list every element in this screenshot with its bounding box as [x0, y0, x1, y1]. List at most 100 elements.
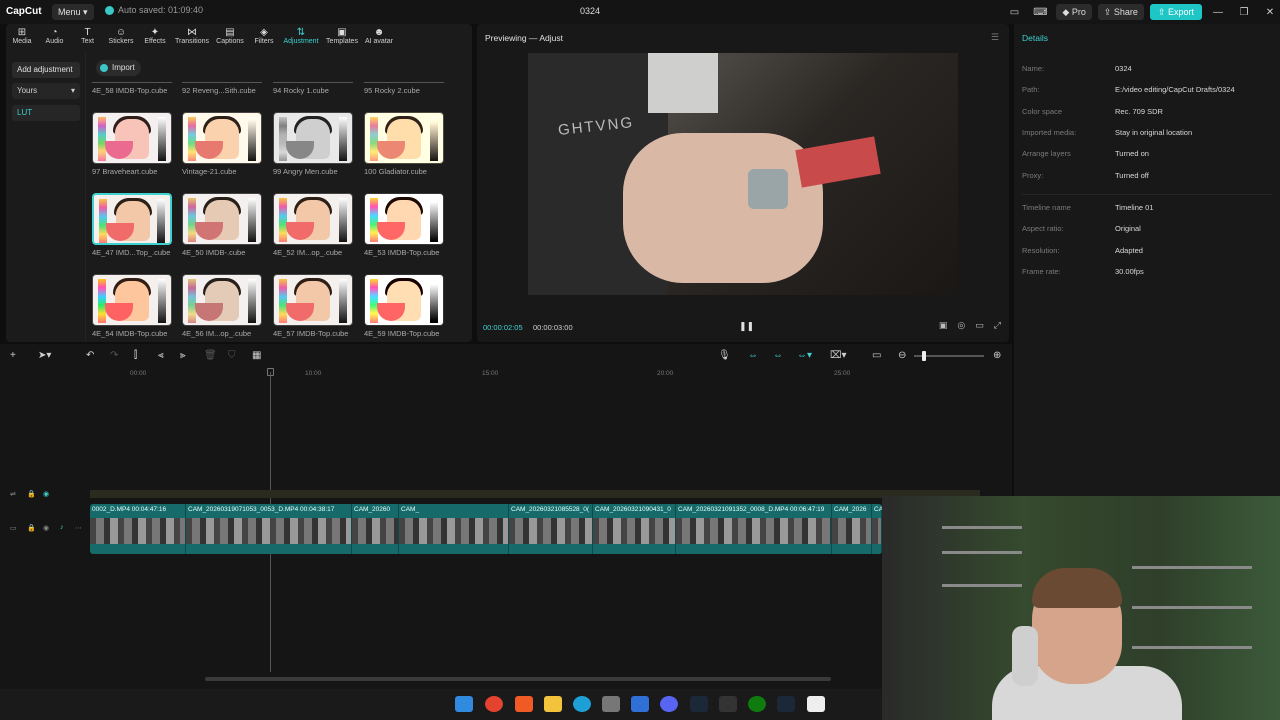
tab-filters[interactable]: ◈ Filters	[248, 24, 280, 52]
add-adjustment-button[interactable]: Add adjustment	[12, 62, 80, 78]
lut-item[interactable]: 95 Rocky 2.cube	[364, 82, 446, 95]
trim-left-icon[interactable]: ⫷	[158, 350, 164, 361]
adjustment-track[interactable]	[90, 490, 980, 498]
redo-icon[interactable]: ↷	[110, 350, 118, 361]
lut-item[interactable]: 94 Rocky 1.cube	[273, 82, 355, 95]
quality-icon[interactable]: ▭	[975, 320, 984, 331]
video-clip[interactable]: CAM_20260321085528_0(	[509, 504, 593, 554]
preview-menu-icon[interactable]: ☰	[991, 32, 999, 43]
epic-games-icon[interactable]	[719, 696, 737, 712]
tab-text[interactable]: T Text	[71, 24, 104, 52]
link-icon[interactable]: ⇔	[748, 350, 758, 361]
export-button[interactable]: ⇧ Export	[1149, 4, 1202, 20]
tab-stickers[interactable]: ☺ Stickers	[104, 24, 138, 52]
yours-dropdown[interactable]: Yours ▾	[12, 83, 80, 99]
close-icon[interactable]: ✕	[1260, 7, 1280, 18]
preview-axis-icon[interactable]: ⌧▾	[830, 350, 847, 361]
lock-icon[interactable]: 🔒	[27, 524, 36, 532]
restore-icon[interactable]: ❐	[1234, 7, 1254, 18]
lut-item[interactable]: 4E_56 IM...op_.cube	[182, 274, 264, 338]
cover-icon[interactable]: ▭	[10, 524, 17, 532]
discord-icon[interactable]	[660, 696, 678, 712]
pro-button[interactable]: ◆ Pro	[1056, 4, 1092, 20]
eye-icon[interactable]: ◉	[43, 490, 49, 498]
shortcut-icon[interactable]: ⌨	[1030, 7, 1050, 18]
main-video-track[interactable]: 0002_D.MP4 00:04:47:16 CAM_20260319071053…	[90, 504, 882, 554]
snapshot-icon[interactable]: ◎	[957, 320, 965, 331]
chrome-icon[interactable]	[485, 696, 503, 712]
split-icon[interactable]: ⫿	[134, 350, 137, 361]
eye-icon[interactable]: ◉	[43, 524, 49, 532]
video-clip[interactable]: 0002_D.MP4 00:04:47:16	[90, 504, 186, 554]
horizontal-scrollbar[interactable]	[205, 677, 831, 681]
lut-thumbnail[interactable]	[92, 274, 172, 326]
zoom-slider[interactable]	[914, 351, 984, 361]
lut-thumbnail[interactable]	[182, 193, 262, 245]
lut-thumbnail[interactable]	[364, 112, 444, 164]
shield-icon[interactable]: ⛉	[228, 350, 236, 361]
lut-item[interactable]: 4E_47 IMD...Top_.cube	[92, 193, 174, 257]
video-clip[interactable]: CAM_	[399, 504, 509, 554]
video-clip[interactable]: CAM_2026	[832, 504, 872, 554]
lut-item[interactable]: 92 Reveng...Sith.cube	[182, 82, 264, 95]
lut-item[interactable]: 4E_53 IMDB-Top.cube	[364, 193, 446, 257]
lut-thumbnail[interactable]	[273, 274, 353, 326]
lut-item[interactable]: 4E_57 IMDB-Top.cube	[273, 274, 355, 338]
audio-icon[interactable]: ♪	[60, 524, 64, 531]
lut-thumbnail[interactable]	[273, 112, 353, 164]
add-icon[interactable]: +	[10, 350, 16, 361]
lut-category[interactable]: LUT	[12, 105, 80, 121]
video-frame[interactable]: GHTVNG	[528, 53, 958, 295]
more-icon[interactable]: ⋯	[75, 524, 82, 532]
tab-captions[interactable]: ▤ Captions	[212, 24, 248, 52]
video-clip[interactable]: CAM_20260319071053_0053_D.MP4 00:04:38:1…	[186, 504, 352, 554]
folder-icon[interactable]	[544, 696, 562, 712]
trim-right-icon[interactable]: ⫸	[180, 350, 186, 361]
magnet-icon[interactable]: ⇔	[773, 350, 783, 361]
undo-icon[interactable]: ↶	[86, 350, 94, 361]
lut-thumbnail[interactable]	[273, 193, 353, 245]
video-clip[interactable]: CAM_20260	[352, 504, 399, 554]
tab-effects[interactable]: ✦ Effects	[138, 24, 172, 52]
tab-audio[interactable]: ◔ Audio	[38, 24, 71, 52]
tab-ai-avatar[interactable]: ☻ AI avatar	[362, 24, 396, 52]
lut-thumbnail[interactable]	[182, 274, 262, 326]
fullscreen-icon[interactable]: ⤢	[994, 320, 1001, 331]
lut-item[interactable]: 4E_54 IMDB-Top.cube	[92, 274, 174, 338]
tab-adjustment[interactable]: ⇅ Adjustment	[280, 24, 322, 52]
zoom-out-icon[interactable]: ⊖	[898, 350, 906, 361]
lut-thumbnail[interactable]	[364, 193, 444, 245]
lut-item[interactable]: 4E_52 IM...op_.cube	[273, 193, 355, 257]
lut-item[interactable]: 4E_50 IMDB-.cube	[182, 193, 264, 257]
lut-item[interactable]: Vintage-21.cube	[182, 112, 264, 176]
steam-icon[interactable]	[690, 696, 708, 712]
select-tool-icon[interactable]: ➤▾	[38, 350, 51, 361]
pause-icon[interactable]: ❚❚	[739, 321, 754, 332]
tab-media[interactable]: ⊞ Media	[6, 24, 38, 52]
video-clip[interactable]: CAM_20260321090431_0	[593, 504, 676, 554]
lut-item[interactable]: 97 Braveheart.cube	[92, 112, 174, 176]
zoom-slider-handle[interactable]	[922, 351, 926, 361]
caption-icon[interactable]: ▭	[872, 350, 881, 361]
lut-thumbnail[interactable]	[364, 274, 444, 326]
store-icon[interactable]	[602, 696, 620, 712]
steam-icon[interactable]	[777, 696, 795, 712]
ai-tool-icon[interactable]: ▦	[252, 350, 261, 361]
layout-icon[interactable]: ▭	[1004, 7, 1024, 18]
share-button[interactable]: ⇪ Share	[1097, 4, 1144, 20]
video-clip[interactable]: CAM_20260321091352_0008_D.MP4 00:06:47:1…	[676, 504, 832, 554]
lock-icon[interactable]: 🔒	[27, 490, 36, 498]
minimize-icon[interactable]: —	[1208, 7, 1228, 18]
lut-item[interactable]: 4E_59 IMDB-Top.cube	[364, 274, 446, 338]
import-button[interactable]: Import	[96, 60, 141, 76]
lut-item[interactable]: 4E_58 IMDB-Top.cube	[92, 82, 174, 95]
edge-icon[interactable]	[573, 696, 591, 712]
zoom-in-icon[interactable]: ⊕	[993, 350, 1001, 361]
lut-item[interactable]: 99 Angry Men.cube	[273, 112, 355, 176]
xbox-icon[interactable]	[748, 696, 766, 712]
lut-thumbnail[interactable]	[92, 193, 172, 245]
menu-button[interactable]: Menu ▾	[52, 4, 94, 20]
lut-item[interactable]: 100 Gladiator.cube	[364, 112, 446, 176]
brave-icon[interactable]	[515, 696, 533, 712]
lut-thumbnail[interactable]	[182, 112, 262, 164]
